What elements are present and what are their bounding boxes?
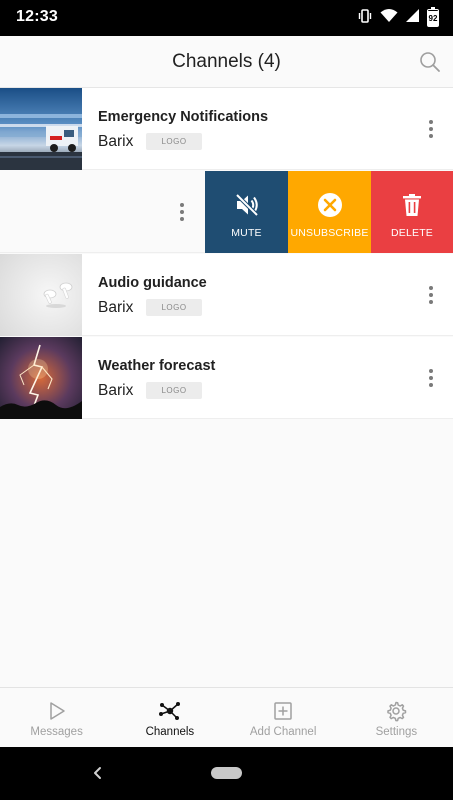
unsubscribe-label: UNSUBSCRIBE — [290, 227, 369, 239]
more-vert-icon — [180, 203, 184, 207]
nav-item-settings[interactable]: Settings — [340, 688, 453, 747]
channel-provider: Barix — [98, 299, 134, 316]
status-bar: 12:33 92 — [0, 0, 453, 36]
mute-label: MUTE — [231, 227, 262, 239]
back-button[interactable] — [90, 765, 106, 781]
mute-button[interactable]: MUTE — [205, 171, 288, 253]
channel-list: Emergency Notifications Barix LOGO MUTE — [0, 88, 453, 419]
volume-off-icon — [235, 193, 258, 217]
more-vert-icon — [429, 286, 433, 290]
channel-thumbnail-earbuds — [0, 254, 82, 336]
channel-provider: Barix — [98, 133, 134, 150]
delete-button[interactable]: DELETE — [371, 171, 453, 253]
network-icon — [158, 702, 180, 720]
channel-row-swiped[interactable]: MUTE UNSUBSCRIBE DELETE — [0, 171, 453, 253]
more-options-button[interactable] — [168, 197, 196, 227]
nav-label: Messages — [30, 726, 83, 738]
more-vert-icon — [429, 120, 433, 124]
chevron-left-icon — [94, 767, 101, 779]
logo-badge: LOGO — [146, 299, 202, 316]
bottom-navigation: Messages Channels Add Channel Settings — [0, 687, 453, 747]
system-navigation-bar — [0, 747, 453, 800]
more-options-button[interactable] — [417, 114, 445, 144]
home-button[interactable] — [211, 767, 242, 779]
app-bar: Channels (4) — [0, 36, 453, 88]
channel-row[interactable]: Emergency Notifications Barix LOGO — [0, 88, 453, 170]
unsubscribe-button[interactable]: UNSUBSCRIBE — [288, 171, 371, 253]
channel-thumbnail-ambulance — [0, 88, 82, 170]
gear-icon — [387, 701, 407, 722]
search-button[interactable] — [417, 49, 443, 75]
channel-row[interactable]: Weather forecast Barix LOGO — [0, 337, 453, 419]
battery-icon: 92 — [427, 7, 439, 27]
status-icons: 92 — [357, 7, 439, 29]
page-title: Channels (4) — [172, 51, 281, 72]
battery-level: 92 — [428, 11, 438, 26]
search-icon — [420, 52, 440, 72]
nav-item-add-channel[interactable]: Add Channel — [227, 688, 340, 747]
channel-row[interactable]: Audio guidance Barix LOGO — [0, 254, 453, 336]
nav-label: Channels — [145, 726, 195, 738]
status-time: 12:33 — [16, 8, 58, 25]
wifi-icon — [380, 8, 398, 28]
nav-item-messages[interactable]: Messages — [0, 688, 113, 747]
more-options-button[interactable] — [417, 280, 445, 310]
logo-badge: LOGO — [146, 382, 202, 399]
channel-name: Audio guidance — [98, 275, 207, 291]
delete-label: DELETE — [390, 227, 434, 239]
nav-label: Settings — [375, 726, 418, 738]
channel-provider: Barix — [98, 382, 134, 399]
play-icon — [49, 702, 65, 720]
add-box-icon — [274, 702, 292, 720]
signal-icon — [405, 8, 420, 28]
more-options-button[interactable] — [417, 363, 445, 393]
channel-thumbnail-lightning — [0, 337, 82, 419]
nav-item-channels[interactable]: Channels — [113, 688, 226, 747]
channel-name: Emergency Notifications — [98, 109, 269, 125]
channel-name: Weather forecast — [98, 358, 216, 374]
cancel-circle-icon — [317, 193, 342, 217]
vibrate-icon — [357, 8, 373, 29]
more-vert-icon — [429, 369, 433, 373]
logo-badge: LOGO — [146, 133, 202, 150]
nav-label: Add Channel — [249, 726, 317, 738]
trash-icon — [403, 194, 421, 216]
